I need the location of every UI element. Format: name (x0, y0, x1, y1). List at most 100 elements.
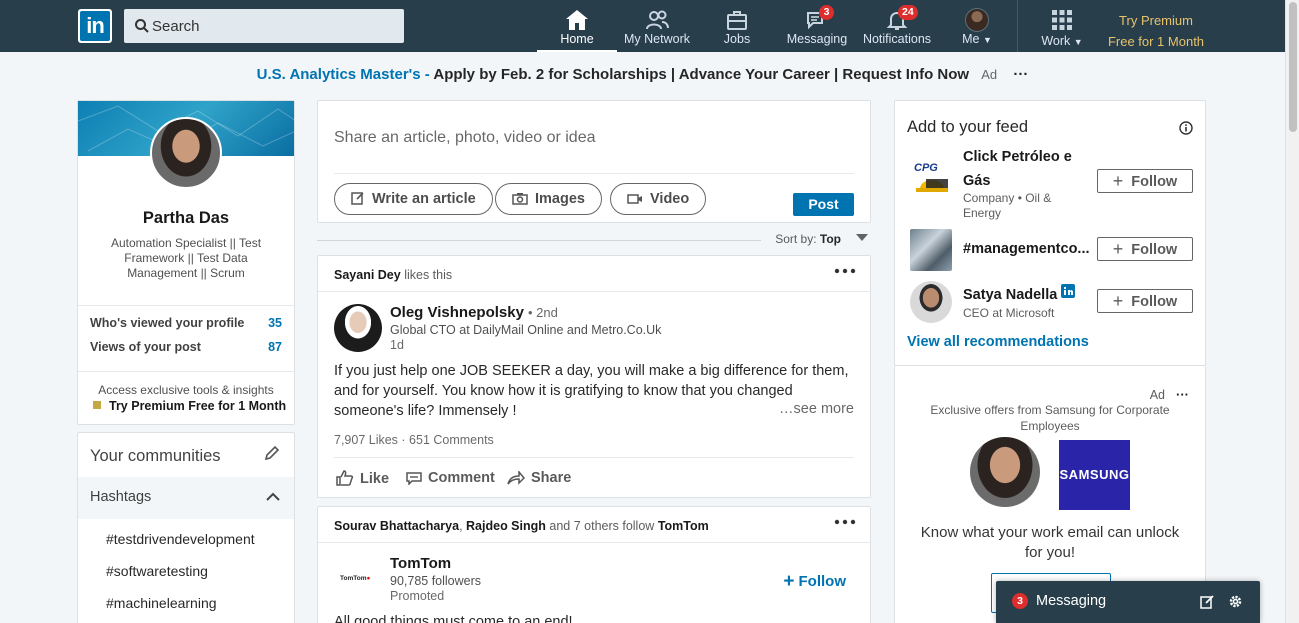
company-logo-icon: CPG (910, 155, 952, 197)
share-arrow-icon (507, 469, 526, 485)
author-avatar[interactable] (334, 304, 382, 352)
divider (317, 240, 761, 241)
ad-brand[interactable]: U.S. Analytics Master's - (257, 66, 430, 83)
edit-icon (351, 192, 364, 205)
view-all-recommendations-link[interactable]: View all recommendations (907, 334, 1089, 350)
person-avatar (910, 281, 952, 323)
home-icon (566, 10, 588, 30)
grid-icon (1052, 10, 1072, 30)
top-ad-banner[interactable]: U.S. Analytics Master's - Apply by Feb. … (0, 66, 1285, 83)
nav-home[interactable]: Home (537, 0, 617, 52)
post-button[interactable]: Post (793, 193, 854, 216)
feed-post: Sayani Dey likes this Oleg Vishnepolsky •… (317, 255, 871, 498)
recommendation-item[interactable]: Satya Nadella CEO at Microsoft + Follow (907, 281, 1193, 323)
ad-tagline: Know what your work email can unlock for… (920, 524, 1180, 561)
profile-card: Partha Das Automation Specialist || Test… (77, 100, 297, 425)
comment-button[interactable]: Comment (406, 470, 495, 486)
stat-post-views[interactable]: Views of your post 87 (90, 340, 282, 354)
context-name: Rajdeo Singh (466, 519, 546, 533)
ad-text[interactable]: Apply by Feb. 2 for Scholarships | Advan… (433, 66, 969, 83)
compose-icon[interactable] (1200, 594, 1215, 609)
hashtag-link[interactable]: #softwaretesting (106, 563, 208, 579)
nav-my-network[interactable]: My Network (617, 0, 697, 52)
share-input[interactable]: Share an article, photo, video or idea (334, 129, 596, 147)
search-box[interactable]: Search (124, 9, 404, 43)
follow-company-button[interactable]: + Follow (783, 571, 846, 593)
share-box: Share an article, photo, video or idea W… (317, 100, 871, 223)
hashtag-link[interactable]: #machinelearning (106, 595, 217, 611)
recommendation-item[interactable]: #managementco... + Follow (907, 229, 1193, 271)
ad-offer-text: Exclusive offers from Samsung for Corpor… (930, 403, 1170, 433)
follow-button[interactable]: + Follow (1097, 169, 1193, 193)
more-options-icon[interactable] (834, 268, 856, 274)
hashtags-section-header[interactable]: Hashtags (78, 477, 294, 519)
divider (78, 305, 294, 306)
follow-button[interactable]: + Follow (1097, 237, 1193, 261)
linkedin-logo-icon[interactable]: in (78, 9, 112, 43)
ad-label: Ad (981, 67, 998, 82)
plus-icon: + (1112, 291, 1124, 311)
comment-icon (406, 472, 422, 486)
communities-title: Your communities (90, 447, 221, 465)
more-options-icon[interactable] (834, 519, 856, 525)
samsung-logo[interactable]: SAMSUNG (1059, 440, 1130, 510)
gear-icon[interactable] (1228, 594, 1243, 609)
hashtag-link[interactable]: #testdrivendevelopment (106, 531, 255, 547)
search-input[interactable]: Search (152, 18, 200, 35)
author-title: Global CTO at DailyMail Online and Metro… (390, 323, 662, 337)
notifications-badge: 24 (898, 5, 918, 20)
pencil-icon[interactable] (264, 445, 280, 461)
video-icon (627, 194, 642, 204)
sort-dropdown[interactable]: Sort by: Top (775, 232, 841, 246)
nav-me[interactable]: Me ▼ (937, 0, 1017, 52)
linkedin-influencer-icon (1061, 284, 1076, 298)
stat-profile-views[interactable]: Who's viewed your profile 35 (90, 316, 282, 330)
ad-label: Ad (1149, 388, 1165, 402)
nav-notifications[interactable]: 24 Notifications (857, 0, 937, 52)
scrollbar-thumb[interactable] (1289, 2, 1297, 132)
nav-label: Work ▼ (1041, 34, 1083, 48)
chevron-up-icon[interactable] (266, 492, 280, 502)
context-name: Sourav Bhattacharya (334, 519, 460, 533)
nav-label: My Network (624, 32, 690, 46)
tomtom-logo[interactable]: TomTom● (340, 575, 376, 585)
messaging-badge: 3 (819, 5, 834, 20)
like-button[interactable]: Like (336, 470, 389, 487)
premium-line-2: Free for 1 Month (1107, 34, 1205, 49)
company-name[interactable]: TomTom (390, 555, 451, 572)
camera-icon (512, 193, 528, 205)
profile-name[interactable]: Partha Das (78, 209, 294, 228)
try-premium-button[interactable]: Try Premium Free for 1 Month (93, 399, 286, 413)
nav-work[interactable]: Work ▼ (1022, 0, 1102, 52)
messaging-dock-title[interactable]: Messaging (1036, 593, 1106, 609)
see-more-link[interactable]: …see more (775, 401, 854, 417)
ad-options-icon[interactable]: ··· (1176, 387, 1189, 402)
follow-button[interactable]: + Follow (1097, 289, 1193, 313)
ad-options-icon[interactable]: ··· (1013, 66, 1028, 83)
profile-avatar[interactable] (150, 117, 222, 189)
social-counts[interactable]: 7,907 Likes · 651 Comments (334, 433, 494, 447)
recommendation-subtitle: Company • Oil & Energy (963, 191, 1052, 220)
connection-degree: • 2nd (527, 305, 558, 320)
recommendation-name[interactable]: Click Petróleo e Gás (963, 145, 1089, 193)
recommendation-name[interactable]: Satya Nadella (963, 283, 1089, 307)
recommendation-name[interactable]: #managementco... (963, 237, 1093, 261)
page-scrollbar[interactable] (1285, 0, 1299, 623)
share-button[interactable]: Share (507, 469, 571, 486)
author-name[interactable]: Oleg Vishnepolsky • 2nd (390, 304, 558, 321)
people-icon (646, 10, 669, 30)
profile-headline: Automation Specialist || Test Framework … (110, 236, 262, 280)
try-premium-link[interactable]: Try Premium Free for 1 Month (1100, 10, 1212, 52)
nav-jobs[interactable]: Jobs (697, 0, 777, 52)
nav-messaging[interactable]: 3 Messaging (777, 0, 857, 52)
briefcase-icon (727, 11, 747, 30)
recommendation-item[interactable]: CPG Click Petróleo e Gás Company • Oil &… (907, 145, 1193, 221)
feed-post: Sourav Bhattacharya, Rajdeo Singh and 7 … (317, 506, 871, 623)
caret-down-icon[interactable] (856, 234, 868, 241)
write-article-button[interactable]: Write an article (334, 183, 493, 215)
plus-icon: + (1112, 239, 1124, 259)
info-icon[interactable] (1179, 121, 1193, 135)
images-button[interactable]: Images (495, 183, 602, 215)
video-button[interactable]: Video (610, 183, 707, 215)
messaging-dock[interactable]: 3 Messaging (996, 581, 1260, 623)
